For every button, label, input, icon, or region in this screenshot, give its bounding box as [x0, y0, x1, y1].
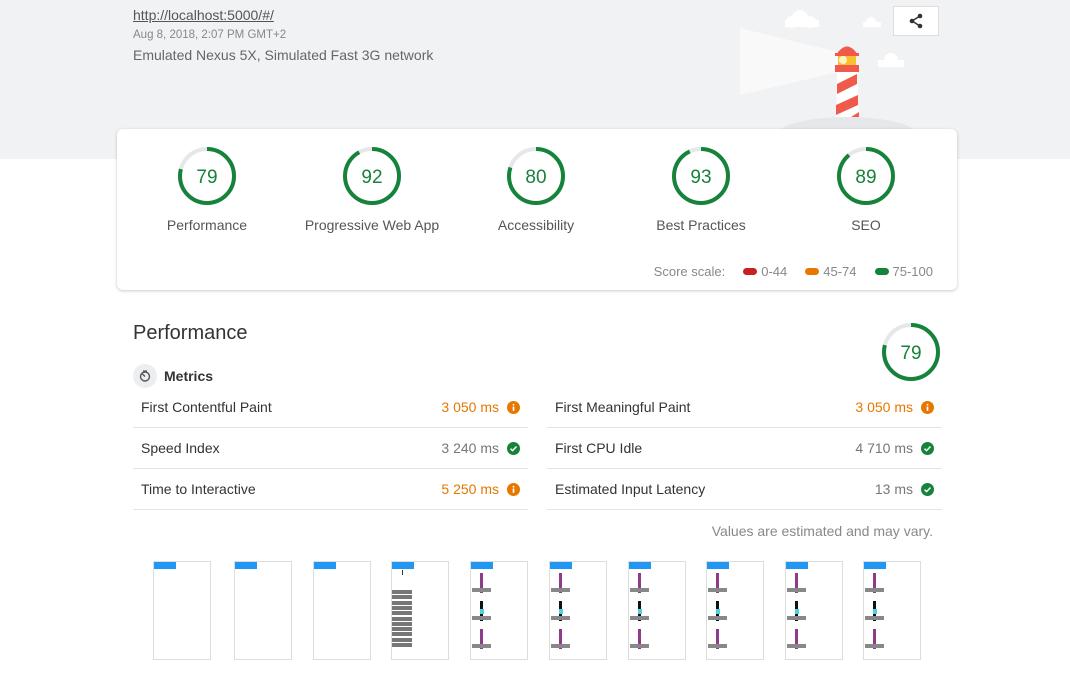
category-label: SEO [851, 217, 881, 233]
gauge-score: 79 [900, 343, 921, 364]
metric-value: 3 050 ms [855, 399, 913, 415]
gauge-score: 79 [196, 167, 217, 188]
metric-value: 5 250 ms [441, 481, 499, 497]
category-gauge-seo[interactable]: 89 SEO [786, 145, 946, 233]
scores-summary-card: 79 Performance 92 Progressive Web App 80… [117, 129, 957, 290]
category-label: Accessibility [497, 217, 575, 233]
metric-row-speed-index: Speed Index 3 240 ms [133, 428, 528, 469]
gauge-score: 89 [855, 167, 876, 188]
filmstrip-frame [706, 561, 764, 660]
pass-check-icon [921, 482, 934, 496]
metric-row-first-cpu-idle: First CPU Idle 4 710 ms [547, 428, 942, 469]
warning-info-icon [507, 400, 520, 414]
metric-row-first-contentful-paint: First Contentful Paint 3 050 ms [133, 387, 528, 428]
fail-dot [743, 268, 758, 275]
metric-name: Estimated Input Latency [555, 481, 706, 497]
category-label: Best Practices [656, 217, 746, 233]
category-gauge-accessibility[interactable]: 80 Accessibility [456, 145, 616, 233]
gauge-score: 92 [361, 167, 382, 188]
filmstrip-frame [234, 561, 292, 660]
performance-score-gauge: 79 [880, 321, 942, 388]
score-scale-label: Score scale: [653, 264, 726, 279]
metric-name: First Contentful Paint [141, 399, 272, 415]
metric-name: First Meaningful Paint [555, 399, 691, 415]
filmstrip-frame [549, 561, 607, 660]
category-gauge-progressive-web-app[interactable]: 92 Progressive Web App [292, 145, 452, 233]
metric-row-time-to-interactive: Time to Interactive 5 250 ms [133, 469, 528, 510]
pass-check-icon [921, 441, 934, 455]
score-scale-fail: 0-44 [743, 264, 787, 279]
category-label: Progressive Web App [304, 217, 440, 233]
page-url-link[interactable]: http://localhost:5000/#/ [133, 7, 274, 23]
filmstrip-frame [785, 561, 843, 660]
environment-info: Emulated Nexus 5X, Simulated Fast 3G net… [133, 47, 434, 63]
report-date: Aug 8, 2018, 2:07 PM GMT+2 [133, 29, 287, 41]
filmstrip-frame [313, 561, 371, 660]
average-dot [805, 268, 820, 275]
performance-section-title: Performance [133, 322, 248, 344]
category-gauge-best-practices[interactable]: 93 Best Practices [621, 145, 781, 233]
filmstrip-frame [391, 561, 449, 660]
metrics-label: Metrics [164, 368, 214, 384]
warning-info-icon [507, 482, 520, 496]
score-scale-pass: 75-100 [874, 264, 933, 279]
metric-row-first-meaningful-paint: First Meaningful Paint 3 050 ms [547, 387, 942, 428]
metric-value: 3 240 ms [441, 440, 499, 456]
metric-name: Speed Index [141, 440, 220, 456]
estimate-note: Values are estimated and may vary. [711, 523, 933, 539]
metric-value: 3 050 ms [441, 399, 499, 415]
metric-value: 4 710 ms [855, 440, 913, 456]
metrics-column-right: First Meaningful Paint 3 050 ms First CPU… [547, 387, 942, 510]
filmstrip-frame [470, 561, 528, 660]
filmstrip-frame [153, 561, 211, 660]
gauge-score: 93 [690, 167, 711, 188]
metric-row-estimated-input-latency: Estimated Input Latency 13 ms [547, 469, 942, 510]
pass-check-icon [507, 441, 520, 455]
share-icon [909, 13, 923, 29]
score-scale-average: 45-74 [805, 264, 857, 279]
metric-value: 13 ms [874, 481, 913, 497]
filmstrip-frame [628, 561, 686, 660]
gauge-score: 80 [525, 167, 546, 188]
metrics-column-left: First Contentful Paint 3 050 ms Speed Ind… [133, 387, 528, 510]
category-gauge-performance[interactable]: 79 Performance [127, 145, 287, 233]
stopwatch-icon [133, 364, 157, 388]
filmstrip-frame [863, 561, 921, 660]
metric-name: Time to Interactive [141, 481, 256, 497]
warning-info-icon [921, 400, 934, 414]
share-button[interactable] [893, 6, 939, 36]
pass-dot [874, 268, 889, 275]
score-scale-legend: Score scale: 0-44 45-74 75-100 [654, 264, 933, 279]
metric-name: First CPU Idle [555, 440, 643, 456]
category-label: Performance [166, 217, 248, 233]
metrics-header: Metrics [133, 364, 213, 388]
